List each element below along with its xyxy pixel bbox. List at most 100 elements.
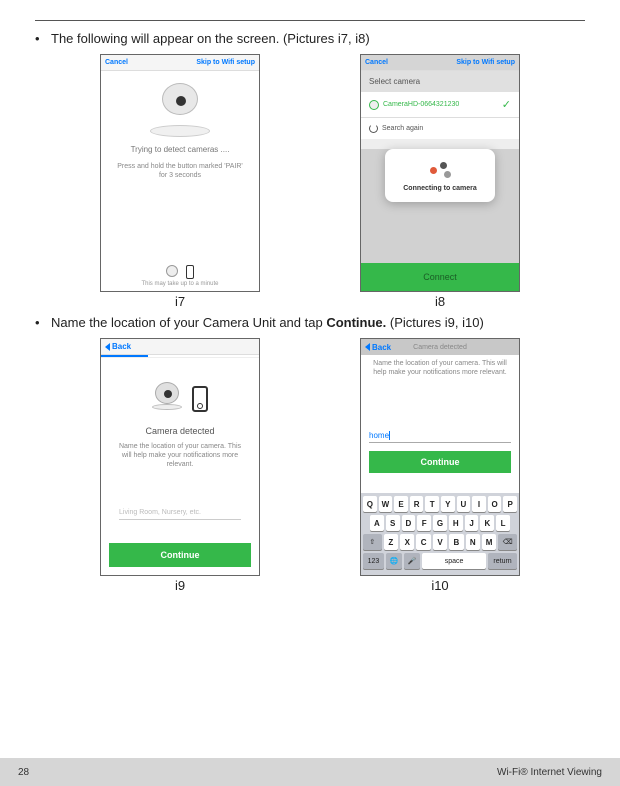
i10-body: Name the location of your camera. This w… <box>361 355 519 575</box>
kb-row-1: Q W E R T Y U I O P <box>363 496 517 512</box>
key-G[interactable]: G <box>433 515 447 531</box>
chevron-left-icon[interactable] <box>365 343 370 351</box>
key-X[interactable]: X <box>400 534 414 550</box>
bullet-2-text: Name the location of your Camera Unit an… <box>51 315 595 330</box>
ios-keyboard: Q W E R T Y U I O P A S D <box>361 493 519 575</box>
key-Y[interactable]: Y <box>441 496 455 512</box>
camera-device-icon <box>150 83 210 137</box>
camera-icon <box>152 382 182 412</box>
screenshot-i7: Cancel Skip to Wifi setup Trying to dete… <box>100 54 260 292</box>
key-123[interactable]: 123 <box>363 553 384 569</box>
bullet-dot-icon: • <box>33 315 51 330</box>
i10-topbar: Back Camera detected <box>361 339 519 355</box>
i7-bottom: This may take up to a minute <box>101 265 259 287</box>
bullet-2-prefix: Name the location of your Camera Unit an… <box>51 315 326 330</box>
i7-detecting-text: Trying to detect cameras .... <box>111 145 249 154</box>
top-rule <box>35 20 585 21</box>
pictures-row-2: Back Camera detected Name the location o… <box>25 338 595 593</box>
i8-search-label: Search again <box>382 125 423 132</box>
i9-continue-button[interactable]: Continue <box>109 543 251 567</box>
key-Q[interactable]: Q <box>363 496 377 512</box>
key-F[interactable]: F <box>417 515 431 531</box>
i8-cancel-link[interactable]: Cancel <box>365 59 388 66</box>
key-N[interactable]: N <box>466 534 480 550</box>
i8-skip-link[interactable]: Skip to Wifi setup <box>456 59 515 66</box>
key-C[interactable]: C <box>416 534 430 550</box>
i8-connect-button[interactable]: Connect <box>361 263 519 291</box>
i7-skip-link[interactable]: Skip to Wifi setup <box>196 59 255 66</box>
bullet-2-suffix: (Pictures i9, i10) <box>386 315 484 330</box>
page-number: 28 <box>18 767 29 778</box>
key-V[interactable]: V <box>433 534 447 550</box>
key-P[interactable]: P <box>503 496 517 512</box>
key-A[interactable]: A <box>370 515 384 531</box>
i8-section-label: Select camera <box>361 71 519 92</box>
i7-label: i7 <box>175 294 185 309</box>
key-space[interactable]: space <box>422 553 486 569</box>
key-U[interactable]: U <box>457 496 471 512</box>
i9-subtitle: Name the location of your camera. This w… <box>117 442 243 469</box>
bullet-2: • Name the location of your Camera Unit … <box>33 315 595 330</box>
i8-camera-row[interactable]: CameraHD-0664321230 ✓ <box>361 92 519 118</box>
picture-i10-col: Back Camera detected Name the location o… <box>360 338 520 593</box>
check-icon: ✓ <box>502 98 511 111</box>
key-L[interactable]: L <box>496 515 510 531</box>
i10-location-input[interactable]: home <box>369 431 511 443</box>
i7-footer-text: This may take up to a minute <box>101 281 259 287</box>
i9-progress-fill <box>101 355 148 357</box>
camera-row-icon <box>369 100 379 110</box>
key-globe[interactable]: 🌐 <box>386 553 402 569</box>
kb-row-3: ⇧ Z X C V B N M ⌫ <box>363 534 517 550</box>
bullet-1-text: The following will appear on the screen.… <box>51 31 595 46</box>
key-W[interactable]: W <box>379 496 393 512</box>
picture-i8-col: Cancel Skip to Wifi setup Select camera … <box>360 54 520 309</box>
i7-instruction-text: Press and hold the button marked 'PAIR' … <box>113 162 247 180</box>
i8-body: Select camera CameraHD-0664321230 ✓ Sear… <box>361 71 519 291</box>
i10-label: i10 <box>431 578 448 593</box>
bullet-dot-icon: • <box>33 31 51 46</box>
key-E[interactable]: E <box>394 496 408 512</box>
key-mic[interactable]: 🎤 <box>404 553 420 569</box>
picture-i7-col: Cancel Skip to Wifi setup Trying to dete… <box>100 54 260 309</box>
bullet-2-bold: Continue. <box>326 315 386 330</box>
mini-phone-icon <box>186 265 194 279</box>
i10-header-title: Camera detected <box>413 344 467 351</box>
i10-back-link[interactable]: Back <box>372 343 391 352</box>
key-R[interactable]: R <box>410 496 424 512</box>
screenshot-i10: Back Camera detected Name the location o… <box>360 338 520 576</box>
picture-i9-col: Back Camera detected Name the location o… <box>100 338 260 593</box>
key-shift[interactable]: ⇧ <box>363 534 382 550</box>
key-B[interactable]: B <box>449 534 463 550</box>
phone-icon <box>192 386 208 412</box>
i9-title: Camera detected <box>111 426 249 436</box>
key-T[interactable]: T <box>425 496 439 512</box>
i9-icons <box>111 382 249 412</box>
i9-back-link[interactable]: Back <box>112 342 131 351</box>
reload-icon <box>369 124 378 133</box>
screenshot-i8: Cancel Skip to Wifi setup Select camera … <box>360 54 520 292</box>
i8-label: i8 <box>435 294 445 309</box>
key-J[interactable]: J <box>465 515 479 531</box>
key-O[interactable]: O <box>488 496 502 512</box>
chevron-left-icon[interactable] <box>105 343 110 351</box>
key-H[interactable]: H <box>449 515 463 531</box>
key-return[interactable]: return <box>488 553 517 569</box>
i8-connecting-dialog: Connecting to camera <box>385 149 495 202</box>
kb-row-2: A S D F G H J K L <box>363 515 517 531</box>
i7-cancel-link[interactable]: Cancel <box>105 59 128 66</box>
i7-content: Trying to detect cameras .... Press and … <box>101 83 259 180</box>
i10-continue-button[interactable]: Continue <box>369 451 511 473</box>
i9-location-input[interactable]: Living Room, Nursery, etc. <box>119 509 241 520</box>
key-S[interactable]: S <box>386 515 400 531</box>
i8-search-row[interactable]: Search again <box>361 118 519 139</box>
key-M[interactable]: M <box>482 534 496 550</box>
bullet-1: • The following will appear on the scree… <box>33 31 595 46</box>
key-delete[interactable]: ⌫ <box>498 534 517 550</box>
i9-topbar: Back <box>101 339 259 355</box>
key-Z[interactable]: Z <box>384 534 398 550</box>
key-K[interactable]: K <box>480 515 494 531</box>
key-I[interactable]: I <box>472 496 486 512</box>
kb-row-4: 123 🌐 🎤 space return <box>363 553 517 569</box>
key-D[interactable]: D <box>402 515 416 531</box>
i9-label: i9 <box>175 578 185 593</box>
